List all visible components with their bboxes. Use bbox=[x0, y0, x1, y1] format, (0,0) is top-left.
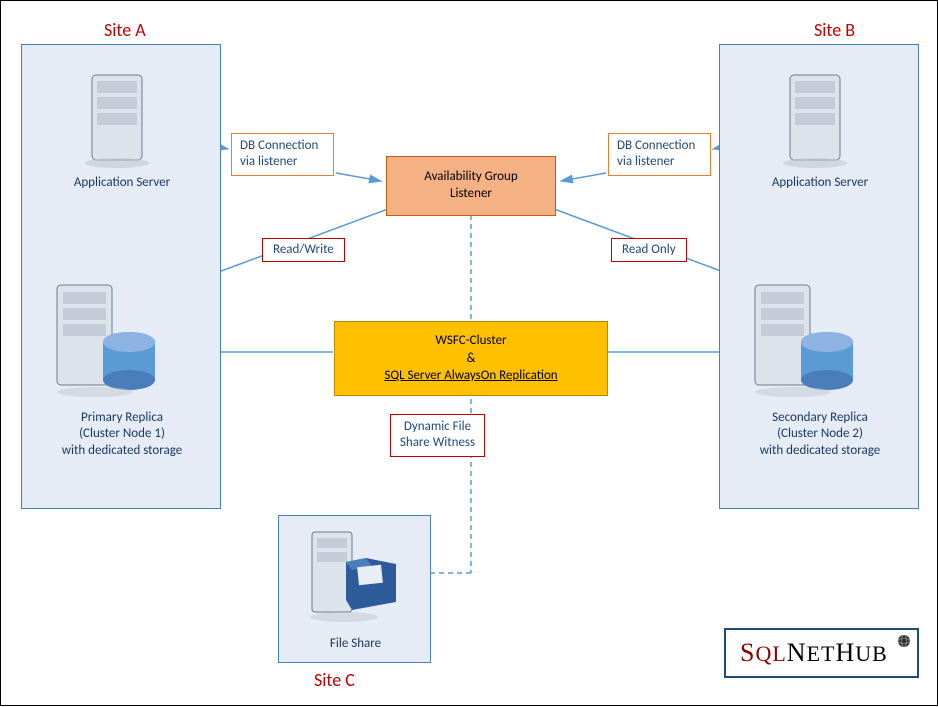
read-write-label: Read/Write bbox=[262, 238, 345, 262]
site-a-label: Site A bbox=[104, 19, 146, 41]
secondary-line1: Secondary Replica bbox=[772, 410, 868, 425]
ag-line1: Availability Group bbox=[424, 169, 517, 184]
site-a-box: Application Server Primary Replica (Clus… bbox=[21, 44, 221, 509]
secondary-replica-label: Secondary Replica (Cluster Node 2) with … bbox=[720, 410, 920, 459]
logo-text: SQLNETHUB bbox=[740, 641, 888, 666]
logo-ub: UB bbox=[855, 641, 888, 666]
site-c-label: Site C bbox=[314, 669, 355, 691]
logo-n: N bbox=[787, 638, 807, 667]
conn-b-line2: via listener bbox=[617, 154, 674, 169]
conn-a-line1: DB Connection bbox=[240, 138, 318, 153]
read-only-label: Read Only bbox=[611, 238, 687, 262]
logo-s: S bbox=[740, 638, 755, 667]
globe-icon bbox=[897, 634, 911, 653]
logo-box: SQLNETHUB bbox=[724, 628, 919, 678]
file-share-icon bbox=[304, 524, 404, 629]
conn-a-line2: via listener bbox=[240, 154, 297, 169]
dfsw-line1: Dynamic File bbox=[404, 419, 471, 434]
logo-ql: QL bbox=[755, 641, 786, 666]
wsfc-line2: & bbox=[467, 351, 476, 366]
wsfc-cluster-box: WSFC-Cluster & SQL Server AlwaysOn Repli… bbox=[334, 321, 608, 396]
primary-line1: Primary Replica bbox=[81, 410, 163, 425]
ag-listener-box: Availability Group Listener bbox=[386, 156, 556, 216]
site-c-box: File Share bbox=[278, 515, 431, 663]
secondary-line2: (Cluster Node 2) bbox=[777, 426, 863, 441]
secondary-line3: with dedicated storage bbox=[760, 443, 880, 458]
logo-h: H bbox=[835, 638, 855, 667]
site-b-label: Site B bbox=[814, 19, 855, 41]
app-server-a-label: Application Server bbox=[22, 175, 222, 191]
db-connection-a-box: DB Connection via listener bbox=[231, 133, 334, 176]
logo-et: ET bbox=[807, 641, 836, 666]
db-connection-b-box: DB Connection via listener bbox=[608, 133, 711, 176]
secondary-replica-icon bbox=[745, 280, 860, 405]
dfsw-label: Dynamic File Share Witness bbox=[390, 414, 485, 457]
conn-b-line1: DB Connection bbox=[617, 138, 695, 153]
wsfc-line3: SQL Server AlwaysOn Replication bbox=[384, 368, 557, 383]
primary-line2: (Cluster Node 1) bbox=[79, 426, 165, 441]
file-share-label: File Share bbox=[279, 636, 432, 652]
primary-replica-label: Primary Replica (Cluster Node 1) with de… bbox=[22, 410, 222, 459]
app-server-b-label: Application Server bbox=[720, 175, 920, 191]
primary-line3: with dedicated storage bbox=[62, 443, 182, 458]
wsfc-line1: WSFC-Cluster bbox=[435, 333, 506, 348]
site-b-box: Application Server Secondary Replica (Cl… bbox=[719, 44, 919, 509]
diagram-canvas: Site A Application Server bbox=[0, 0, 938, 706]
app-server-a-icon bbox=[77, 65, 167, 175]
ag-line2: Listener bbox=[450, 186, 492, 201]
primary-replica-icon bbox=[47, 280, 162, 405]
dfsw-line2: Share Witness bbox=[400, 435, 475, 450]
app-server-b-icon bbox=[775, 65, 865, 175]
